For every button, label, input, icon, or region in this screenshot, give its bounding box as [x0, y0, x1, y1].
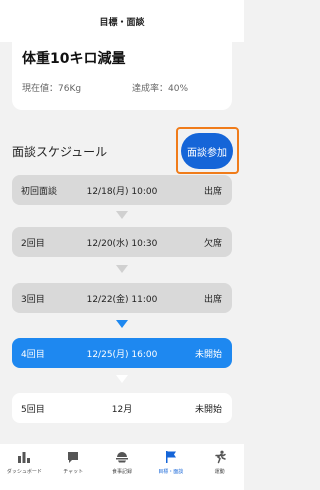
down-arrow-icon	[116, 211, 128, 219]
schedule-row-label: 2回目	[21, 238, 45, 249]
nav-item-goals[interactable]: 目標・面談	[146, 444, 195, 490]
down-arrow-icon	[116, 375, 128, 383]
bar-chart-icon	[18, 452, 31, 463]
schedule-row-status: 欠席	[203, 238, 222, 249]
nav-label: ダッシュボード	[6, 469, 42, 475]
goal-card: 体重10キロ減量 現在値：76Kg 達成率：40%	[12, 30, 232, 110]
flag-icon	[165, 451, 176, 463]
nav-item-exercise[interactable]: 運動	[195, 444, 244, 490]
schedule-row-date: 12/22(金) 11:00	[86, 294, 158, 305]
goal-title: 体重10キロ減量	[22, 51, 126, 67]
meal-icon	[115, 452, 128, 463]
schedule-row-date: 12/20(水) 10:30	[86, 238, 158, 249]
running-icon	[214, 450, 226, 464]
schedule-row-label: 4回目	[21, 349, 45, 360]
nav-label: 目標・面談	[158, 469, 184, 475]
bottom-nav: ダッシュボード チャット 食事記録 目標・面談 運動	[0, 444, 244, 490]
page-title: 目標・面談	[99, 17, 145, 28]
schedule-section-title: 面談スケジュール	[12, 145, 108, 159]
schedule-row-status: 出席	[203, 294, 222, 305]
join-meeting-button[interactable]: 面談参加	[181, 133, 233, 169]
schedule-row-label: 3回目	[21, 294, 45, 305]
nav-label: チャット	[63, 469, 84, 475]
goal-achievement-rate: 達成率：40%	[132, 84, 189, 94]
chat-icon	[68, 452, 79, 463]
goal-current-value: 現在値：76Kg	[22, 84, 82, 94]
schedule-row-status: 未開始	[194, 404, 222, 415]
schedule-row-2[interactable]: 12/20(水) 10:30 2回目 欠席	[12, 227, 232, 257]
nav-label: 食事記録	[111, 469, 132, 475]
schedule-row-5[interactable]: 12月 5回目 未開始	[12, 393, 232, 423]
schedule-row-1[interactable]: 12/18(月) 10:00 初回面談 出席	[12, 175, 232, 205]
nav-item-meal[interactable]: 食事記録	[98, 444, 147, 490]
nav-label: 運動	[214, 469, 225, 475]
schedule-row-3[interactable]: 12/22(金) 11:00 3回目 出席	[12, 283, 232, 313]
schedule-row-label: 5回目	[21, 404, 45, 415]
down-arrow-icon	[116, 320, 128, 328]
nav-item-dashboard[interactable]: ダッシュボード	[0, 444, 49, 490]
schedule-row-label: 初回面談	[21, 186, 58, 197]
schedule-row-status: 出席	[203, 186, 222, 197]
schedule-row-4[interactable]: 12/25(月) 16:00 4回目 未開始	[12, 338, 232, 368]
page-header: 目標・面談	[0, 0, 244, 42]
nav-item-chat[interactable]: チャット	[49, 444, 98, 490]
down-arrow-icon	[116, 265, 128, 273]
schedule-row-status: 未開始	[194, 349, 222, 360]
